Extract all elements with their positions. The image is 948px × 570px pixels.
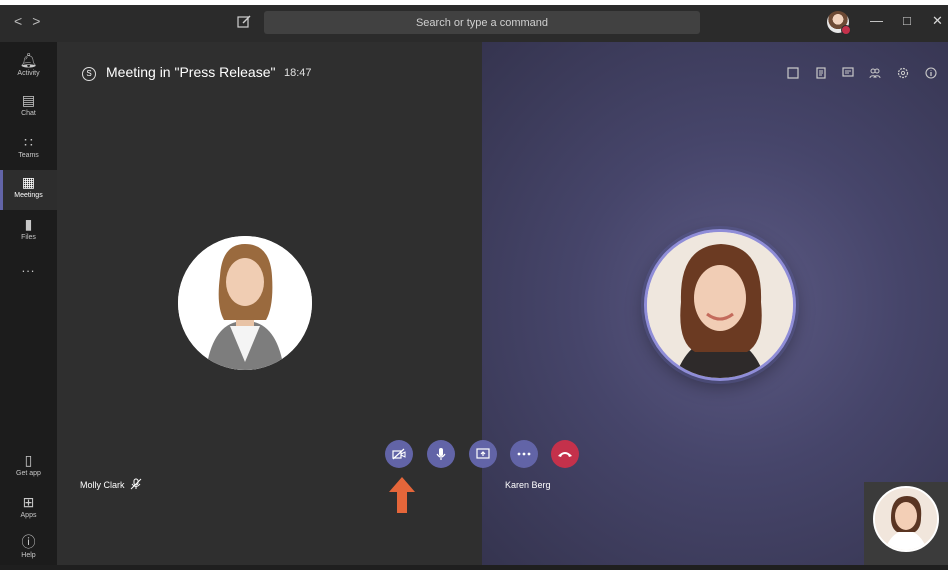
maximize-button[interactable]: □ bbox=[903, 13, 911, 28]
rail-label: Chat bbox=[21, 110, 36, 117]
info-icon[interactable] bbox=[925, 67, 937, 79]
participant-avatar-karen bbox=[644, 229, 796, 381]
forward-button[interactable]: > bbox=[32, 13, 50, 29]
meeting-title: Meeting in "Press Release" bbox=[106, 64, 276, 80]
participant-name-karen: Karen Berg bbox=[505, 480, 551, 490]
rail-item-activity[interactable]: 🔔︎ Activity bbox=[0, 48, 57, 88]
rail-item-chat[interactable]: ▤ Chat bbox=[0, 88, 57, 128]
teams-icon: ∷ bbox=[24, 134, 33, 150]
participant-name-molly: Molly Clark bbox=[80, 480, 125, 490]
profile-avatar[interactable] bbox=[827, 11, 851, 35]
rail-item-get-app[interactable]: ▯ Get app bbox=[0, 448, 57, 488]
title-bar: <> Search or type a command — □ ✕ bbox=[0, 0, 948, 42]
rail-label: Teams bbox=[18, 152, 39, 159]
presence-status-icon bbox=[841, 25, 851, 35]
help-icon: ⓘ bbox=[21, 534, 36, 550]
more-options-button[interactable] bbox=[510, 440, 538, 468]
rail-item-meetings[interactable]: ▦ Meetings bbox=[0, 170, 57, 210]
minimize-button[interactable]: — bbox=[870, 13, 883, 28]
share-screen-button[interactable] bbox=[469, 440, 497, 468]
rail-item-files[interactable]: ▮ Files bbox=[0, 212, 57, 252]
share-screen-icon bbox=[476, 448, 490, 459]
muted-microphone-icon bbox=[130, 478, 142, 490]
microphone-toggle-button[interactable] bbox=[427, 440, 455, 468]
history-nav: <> bbox=[14, 13, 50, 29]
notes-icon[interactable] bbox=[815, 67, 827, 79]
rail-label: Files bbox=[21, 234, 36, 241]
rail-label: Get app bbox=[16, 470, 41, 477]
settings-gear-icon[interactable] bbox=[897, 67, 909, 79]
calendar-icon: ▦ bbox=[21, 174, 36, 190]
rail-item-help[interactable]: ⓘ Help bbox=[0, 530, 57, 570]
back-button[interactable]: < bbox=[14, 13, 32, 29]
self-view-avatar bbox=[873, 486, 939, 552]
chat-icon: ▤ bbox=[21, 92, 36, 108]
meeting-timer: 18:47 bbox=[284, 67, 312, 79]
more-options-icon bbox=[517, 452, 531, 456]
participants-icon[interactable] bbox=[869, 67, 881, 79]
camera-off-icon bbox=[392, 448, 406, 460]
skype-icon: S bbox=[82, 67, 96, 81]
close-button[interactable]: ✕ bbox=[932, 13, 943, 29]
bell-icon: 🔔︎ bbox=[19, 52, 38, 68]
conversation-icon[interactable] bbox=[842, 67, 854, 79]
participant-avatar-molly bbox=[178, 236, 312, 370]
rail-label: Activity bbox=[17, 70, 40, 77]
rail-item-more[interactable]: ... bbox=[0, 256, 57, 296]
annotation-arrow-icon bbox=[389, 477, 415, 513]
fullscreen-icon[interactable] bbox=[787, 67, 799, 79]
app-rail: 🔔︎ Activity ▤ Chat ∷ Teams ▦ Meetings ▮ … bbox=[0, 42, 57, 565]
search-input[interactable]: Search or type a command bbox=[264, 11, 700, 34]
phone-icon: ▯ bbox=[24, 452, 33, 468]
hang-up-button[interactable] bbox=[551, 440, 579, 468]
rail-item-teams[interactable]: ∷ Teams bbox=[0, 130, 57, 170]
search-placeholder: Search or type a command bbox=[415, 16, 549, 29]
microphone-icon bbox=[436, 448, 446, 460]
rail-label: Meetings bbox=[14, 192, 43, 199]
rail-label: Apps bbox=[20, 512, 37, 519]
apps-icon: ⊞ bbox=[22, 494, 35, 510]
rail-label: Help bbox=[21, 552, 36, 559]
meeting-header: S Meeting in "Press Release" bbox=[82, 64, 275, 81]
self-view[interactable] bbox=[864, 482, 948, 565]
hang-up-icon bbox=[558, 452, 572, 457]
compose-icon[interactable] bbox=[236, 14, 252, 30]
more-icon: ... bbox=[21, 260, 36, 275]
file-icon: ▮ bbox=[24, 216, 33, 232]
camera-toggle-button[interactable] bbox=[385, 440, 413, 468]
rail-item-apps[interactable]: ⊞ Apps bbox=[0, 490, 57, 530]
